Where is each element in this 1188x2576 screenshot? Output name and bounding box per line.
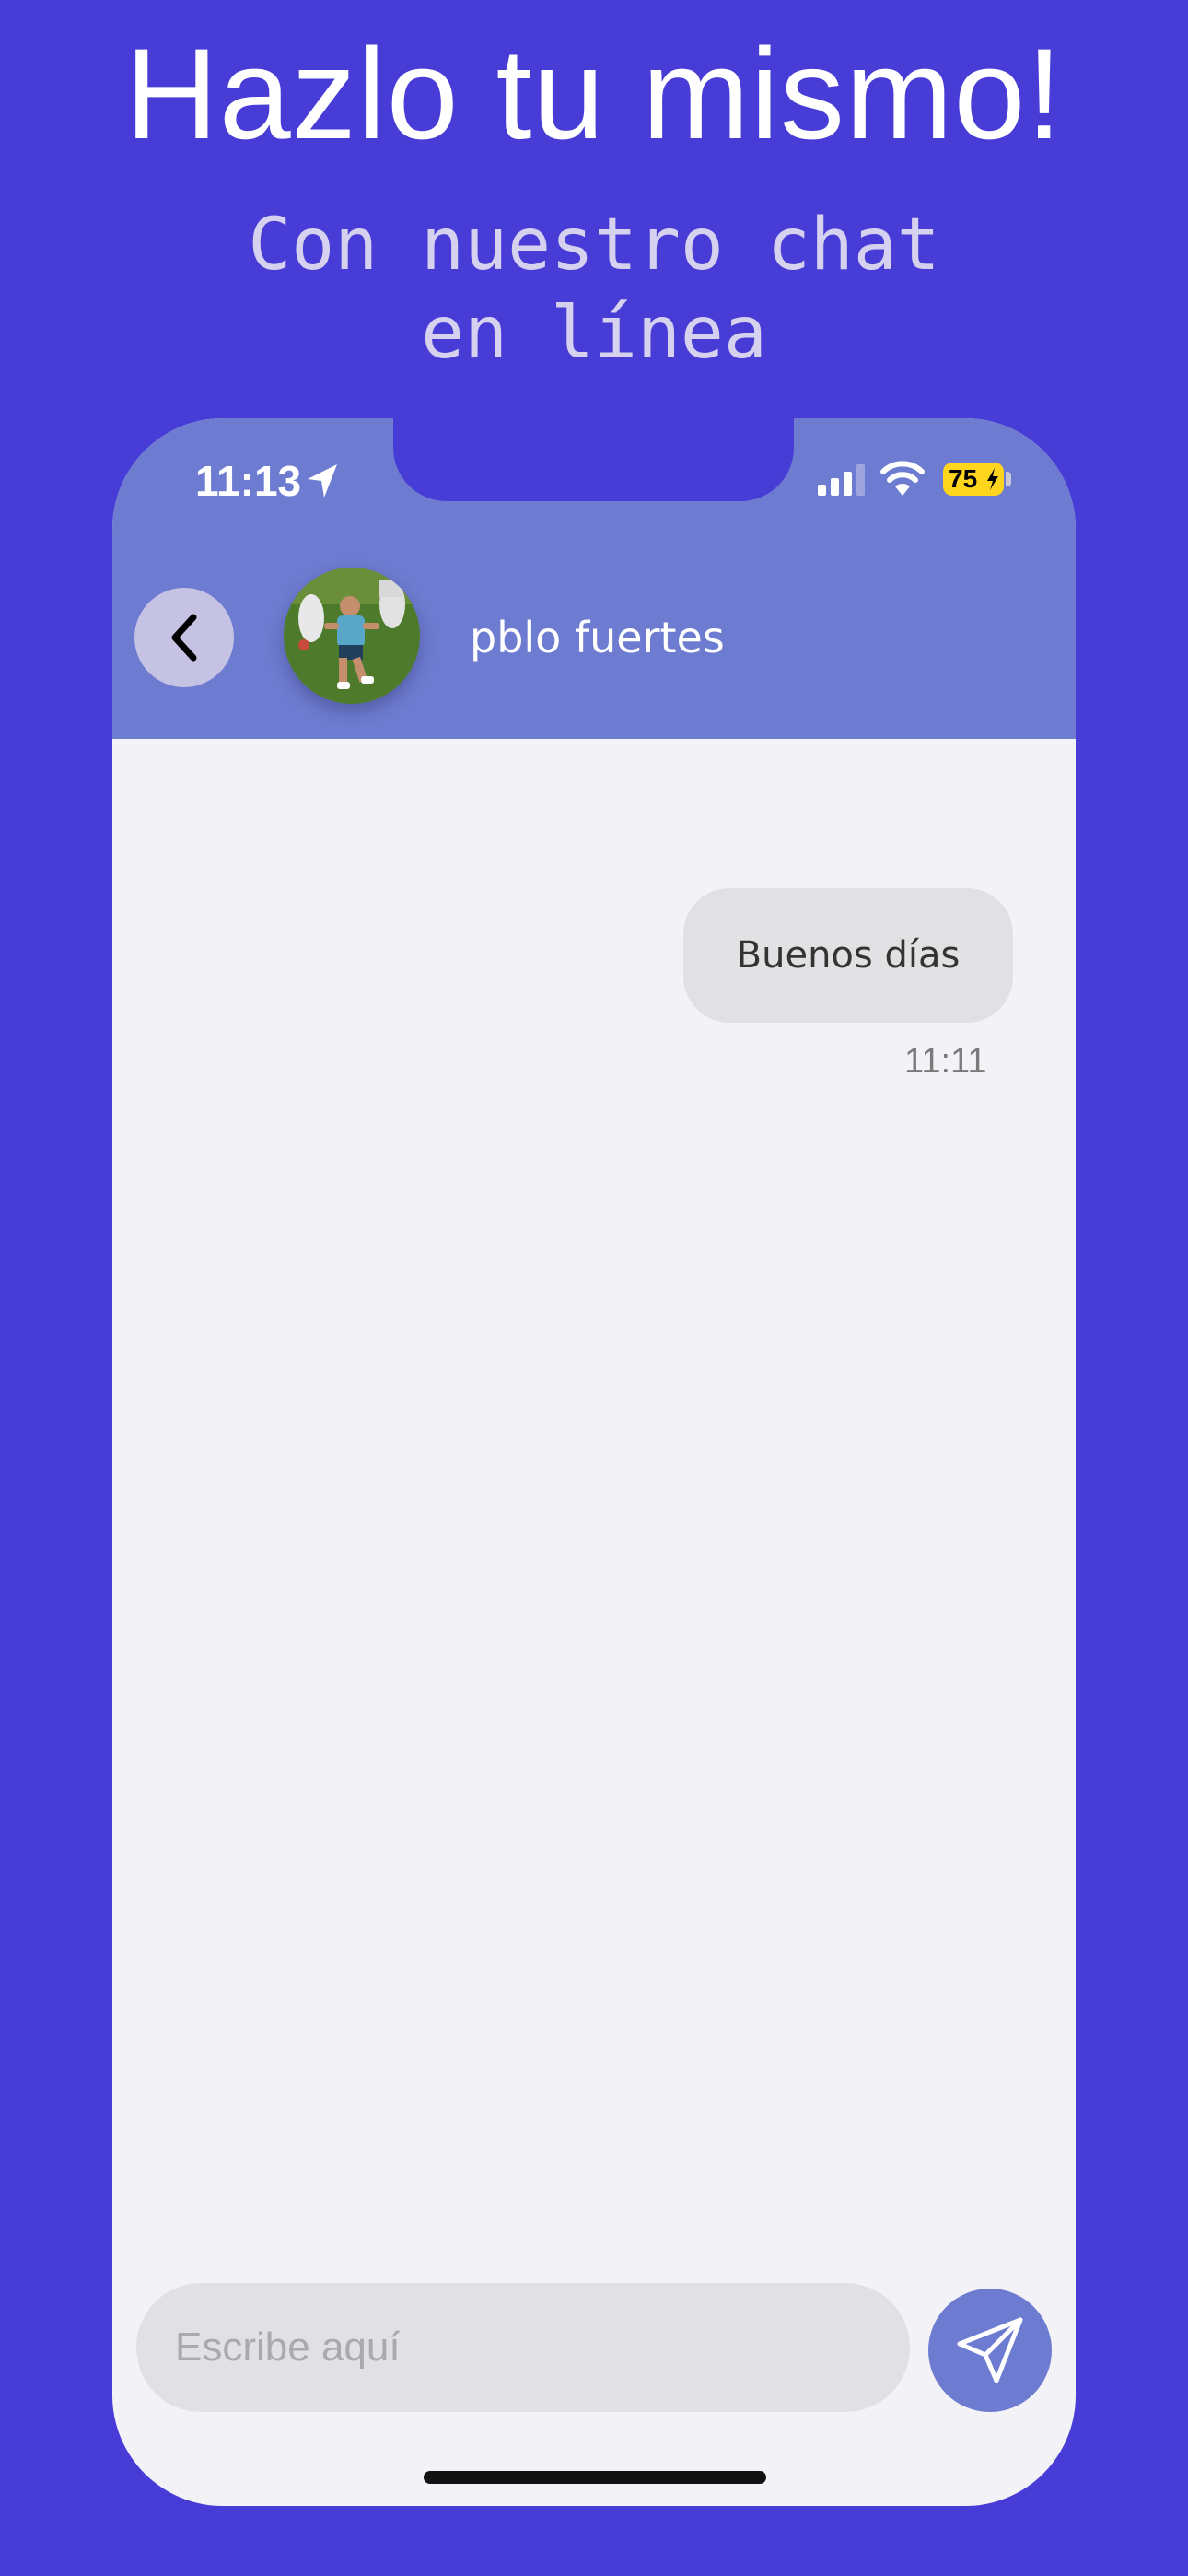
cellular-signal-icon [818, 464, 865, 496]
battery-charging-icon: 75 [943, 463, 1004, 496]
contact-avatar-photo [284, 568, 420, 704]
contact-name[interactable]: pblo fuertes [470, 610, 725, 665]
message-input[interactable] [136, 2283, 910, 2412]
battery-cap [1006, 472, 1011, 486]
promo-subheadline-line2: en línea [421, 292, 767, 375]
wifi-icon [880, 461, 925, 496]
location-arrow-icon [308, 464, 337, 498]
home-indicator[interactable] [424, 2471, 766, 2484]
device-notch [393, 418, 794, 501]
back-button[interactable] [134, 588, 234, 687]
charging-bolt-icon [987, 468, 998, 490]
outgoing-message-bubble[interactable]: Buenos días [683, 888, 1013, 1023]
chevron-left-icon [171, 614, 197, 662]
promo-subheadline: Con nuestro chat en línea [0, 201, 1188, 378]
chat-header: 11:13 75 pblo fuertes [112, 418, 1076, 739]
phone-screen: 11:13 75 pblo fuertes Buenos días 11:11 … [112, 418, 1076, 2506]
avatar[interactable] [284, 568, 420, 704]
battery-percent: 75 [949, 464, 978, 493]
send-button[interactable] [928, 2289, 1052, 2412]
paper-plane-icon [957, 2317, 1023, 2383]
promo-headline: Hazlo tu mismo! [124, 21, 1064, 166]
message-timestamp: 11:11 [904, 1042, 987, 1081]
status-time: 11:13 [195, 457, 302, 505]
promo-subheadline-line1: Con nuestro chat [248, 204, 940, 287]
